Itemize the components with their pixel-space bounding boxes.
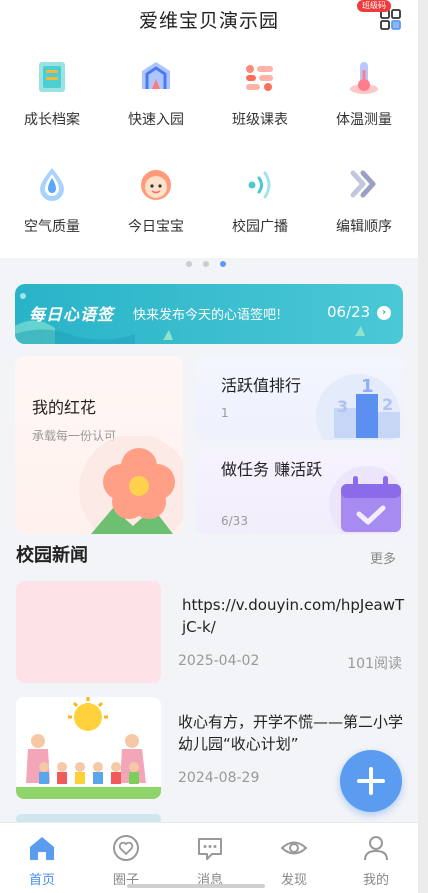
grid-label: 班级课表: [232, 112, 288, 128]
home-indicator: [127, 884, 265, 888]
grid-label: 校园广播: [232, 219, 288, 235]
news-date: 2025-04-02: [178, 653, 260, 669]
kids-illustration: [16, 697, 161, 799]
flower-icon: [79, 436, 183, 534]
tab-me[interactable]: 我的: [334, 833, 418, 888]
card-title: 我的红花: [32, 398, 97, 417]
banner-title: 每日心语签: [29, 305, 115, 324]
growth-file-icon: [30, 55, 74, 99]
grid-item-thermometer[interactable]: 体温测量: [312, 55, 416, 129]
rank-value: 1: [221, 406, 229, 420]
tab-discover[interactable]: 发现: [252, 833, 336, 888]
add-button[interactable]: [340, 750, 402, 812]
heart-circle-icon: [113, 835, 139, 861]
page-title: 爱维宝贝演示园: [138, 10, 279, 32]
thermometer-icon: [342, 55, 386, 99]
tab-label: 我的: [362, 873, 389, 888]
tab-home[interactable]: 首页: [0, 833, 84, 888]
tab-circle[interactable]: 圈子: [84, 833, 168, 888]
quick-entry-icon: [134, 55, 178, 99]
grid-item-class-schedule[interactable]: 班级课表: [208, 55, 312, 129]
grid-label: 成长档案: [24, 112, 80, 128]
tab-messages[interactable]: 消息: [168, 833, 252, 888]
air-quality-icon: [30, 162, 74, 206]
grid-label: 编辑顺序: [336, 219, 392, 235]
broadcast-icon: [238, 162, 282, 206]
calendar-icon: [329, 466, 403, 534]
grid-item-broadcast[interactable]: 校园广播: [208, 162, 312, 236]
class-schedule-icon: [238, 55, 282, 99]
news-title: https://v.douyin.com/hpJeawTjC-k/: [182, 596, 405, 636]
grid-label: 体温测量: [336, 112, 392, 128]
svg-text:1: 1: [361, 376, 374, 397]
chevron-right-icon: ›: [377, 306, 391, 320]
grid-item-growth-file[interactable]: 成长档案: [0, 55, 104, 129]
task-card[interactable]: 做任务 赚活跃 6/33: [196, 450, 403, 534]
banner-date: 06/23: [327, 303, 371, 321]
my-red-flower-card[interactable]: 我的红花 承载每一份认可: [15, 356, 183, 534]
pager-dot[interactable]: [203, 261, 209, 267]
class-code-button[interactable]: 班级码: [357, 0, 406, 32]
class-code-badge: 班级码: [357, 0, 391, 12]
news-item[interactable]: https://v.douyin.com/hpJeawTjC-k/ 2025-0…: [0, 580, 418, 686]
activity-ranking-card[interactable]: 活跃值排行 1 1 3 2: [196, 356, 403, 440]
news-title: 收心有方，开学不慌——第二小学幼儿园“收心计划”: [178, 713, 404, 753]
news-thumbnail: [16, 697, 161, 799]
grid-item-quick-entry[interactable]: 快速入园: [104, 55, 208, 129]
scrollbar[interactable]: [418, 0, 428, 893]
grid-label: 今日宝宝: [128, 219, 184, 235]
card-title: 做任务 赚活跃: [221, 460, 323, 479]
news-more-link[interactable]: 更多: [370, 548, 396, 567]
podium-icon: 1 3 2: [316, 374, 400, 440]
pager-dot[interactable]: [186, 261, 192, 267]
grid-label: 快速入园: [128, 112, 184, 128]
grid-item-today-baby[interactable]: 今日宝宝: [104, 162, 208, 236]
edit-order-icon: [342, 162, 386, 206]
eye-icon: [280, 841, 308, 855]
daily-message-banner[interactable]: 每日心语签 快来发布今天的心语签吧! 06/23 ›: [15, 284, 403, 344]
news-section-title: 校园新闻: [16, 545, 88, 566]
app-screen: 爱维宝贝演示园 班级码 成长档案 快速入园 班级课表 体温测量 空气质量 今日宝…: [0, 0, 418, 893]
task-progress: 6/33: [221, 514, 248, 528]
news-read-count: 101阅读: [347, 656, 402, 672]
grid-item-air-quality[interactable]: 空气质量: [0, 162, 104, 236]
bottom-tab-bar: 首页 圈子 消息 发现 我的: [0, 822, 418, 893]
pager-dot-active[interactable]: [220, 261, 226, 267]
today-baby-icon: [134, 162, 178, 206]
grid-item-edit-order[interactable]: 编辑顺序: [312, 162, 416, 236]
news-date: 2024-08-29: [178, 770, 260, 786]
grid-label: 空气质量: [24, 219, 80, 235]
home-icon: [30, 837, 54, 860]
svg-text:2: 2: [382, 395, 393, 414]
message-icon: [198, 838, 222, 860]
user-icon: [364, 836, 388, 861]
banner-text: 快来发布今天的心语签吧!: [133, 308, 282, 323]
svg-text:3: 3: [337, 397, 348, 416]
card-title: 活跃值排行: [221, 376, 302, 395]
news-thumbnail: [16, 581, 161, 683]
top-section: 爱维宝贝演示园 班级码 成长档案 快速入园 班级课表 体温测量 空气质量 今日宝…: [0, 0, 418, 258]
tab-label: 首页: [28, 873, 55, 888]
